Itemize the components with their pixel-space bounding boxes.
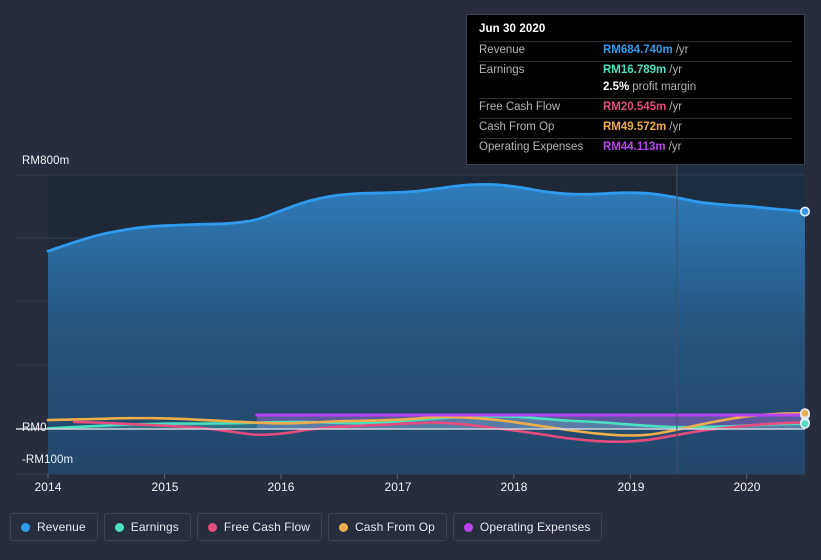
chart-page: RM800m RM0 -RM100m 2014 2015 2016 2017 2… <box>0 0 821 560</box>
x-axis-label-2016: 2016 <box>267 480 295 494</box>
legend-dot-revenue-icon <box>21 522 30 532</box>
x-axis-label-2015: 2015 <box>151 480 179 494</box>
x-axis-label-2014: 2014 <box>34 480 62 494</box>
legend-label-cash-from-op: Cash From Op <box>355 520 435 534</box>
tooltip-value-cash-from-op: RM49.572m <box>603 121 667 133</box>
tooltip-value-earnings: RM16.789m <box>603 64 667 76</box>
y-axis-label-neg100: -RM100m <box>22 454 74 466</box>
tooltip-key-operating-expenses: Operating Expenses <box>479 141 584 153</box>
tooltip-row-revenue: Revenue RM684.740m /yr <box>479 41 792 61</box>
tooltip-value-revenue: RM684.740m <box>603 44 673 56</box>
legend-label-free-cash-flow: Free Cash Flow <box>223 520 311 534</box>
tooltip-key-revenue: Revenue <box>479 44 526 56</box>
data-tooltip: Jun 30 2020 Revenue RM684.740m /yr Earni… <box>466 14 805 165</box>
legend-item-operating-expenses[interactable]: Operating Expenses <box>452 513 603 541</box>
y-axis-label-0: RM0 <box>22 422 47 434</box>
tooltip-value-profit-margin: 2.5% <box>603 81 630 93</box>
x-axis-label-2017: 2017 <box>384 480 412 494</box>
legend-item-cash-from-op[interactable]: Cash From Op <box>328 513 447 541</box>
tooltip-row-profit-margin: 2.5% profit margin <box>479 81 792 98</box>
legend-label-earnings: Earnings <box>130 520 179 534</box>
tooltip-key-earnings: Earnings <box>479 64 525 76</box>
legend-dot-operating-expenses-icon <box>463 522 473 532</box>
y-axis-label-800: RM800m <box>22 155 70 167</box>
x-axis-label-2019: 2019 <box>617 480 645 494</box>
tooltip-key-cash-from-op: Cash From Op <box>479 121 555 133</box>
tooltip-unit-revenue: /yr <box>675 44 689 56</box>
legend-dot-cash-from-op-icon <box>339 522 349 532</box>
tooltip-unit-earnings: /yr <box>669 64 683 76</box>
x-axis-label-2020: 2020 <box>733 480 761 494</box>
legend-item-earnings[interactable]: Earnings <box>103 513 191 541</box>
tooltip-label-profit-margin: profit margin <box>632 81 697 93</box>
tooltip-row-operating-expenses: Operating Expenses RM44.113m /yr <box>479 138 792 158</box>
tooltip-unit-cash-from-op: /yr <box>669 121 683 133</box>
legend-item-revenue[interactable]: Revenue <box>10 513 98 541</box>
tooltip-key-free-cash-flow: Free Cash Flow <box>479 101 561 113</box>
legend-item-free-cash-flow[interactable]: Free Cash Flow <box>196 513 323 541</box>
chart-legend: Revenue Earnings Free Cash Flow Cash Fro… <box>10 513 603 541</box>
tooltip-unit-free-cash-flow: /yr <box>669 101 683 113</box>
legend-dot-earnings-icon <box>114 522 124 532</box>
legend-label-operating-expenses: Operating Expenses <box>479 520 591 534</box>
tooltip-date: Jun 30 2020 <box>479 23 546 35</box>
tooltip-row-earnings: Earnings RM16.789m /yr <box>479 61 792 81</box>
x-axis-label-2018: 2018 <box>500 480 528 494</box>
tooltip-value-operating-expenses: RM44.113m <box>603 141 666 153</box>
tooltip-row-cash-from-op: Cash From Op RM49.572m /yr <box>479 118 792 138</box>
tooltip-row-free-cash-flow: Free Cash Flow RM20.545m /yr <box>479 98 792 118</box>
tooltip-unit-operating-expenses: /yr <box>668 141 682 153</box>
tooltip-value-free-cash-flow: RM20.545m <box>603 101 667 113</box>
legend-dot-free-cash-flow-icon <box>207 522 217 532</box>
legend-label-revenue: Revenue <box>37 520 86 534</box>
